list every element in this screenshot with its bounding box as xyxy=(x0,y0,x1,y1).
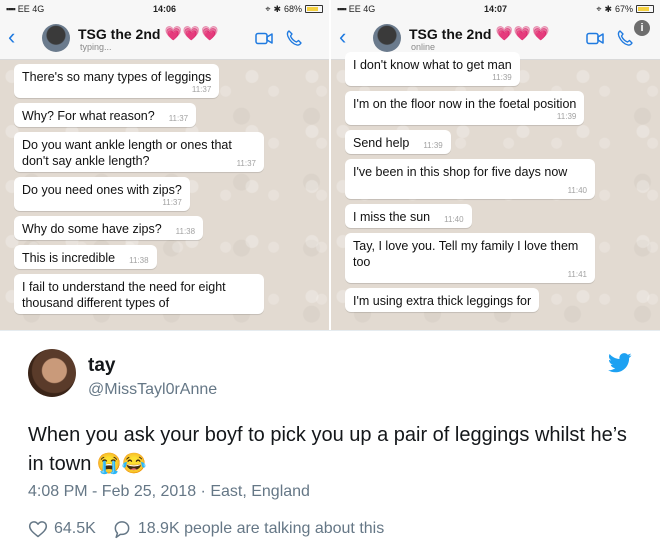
carrier-label: EE 4G xyxy=(17,4,45,14)
like-count: 64.5K xyxy=(54,520,96,537)
message-bubble[interactable]: I fail to understand the need for eight … xyxy=(14,274,264,314)
message-list: I don't know what to get man 11:39 I'm on… xyxy=(345,52,646,312)
battery-percent: 67% xyxy=(614,4,633,14)
tweet-card: tay @MissTayl0rAnne When you ask your bo… xyxy=(0,330,660,558)
contact-name: TSG the 2nd xyxy=(78,25,161,42)
message-list: There's so many types of leggings 11:37 W… xyxy=(14,64,315,314)
screenshots-composite: ▪▪▪▪ EE 4G 14:06 ⌖ ✱ 68% ‹ TSG the 2nd 💗… xyxy=(0,0,660,330)
left-phone-screenshot: ▪▪▪▪ EE 4G 14:06 ⌖ ✱ 68% ‹ TSG the 2nd 💗… xyxy=(0,0,329,330)
contact-name: TSG the 2nd xyxy=(409,25,492,42)
message-bubble[interactable]: I'm using extra thick leggings for xyxy=(345,288,540,312)
talking-count: 18.9K people are talking about this xyxy=(137,520,385,537)
reply-icon xyxy=(114,521,130,539)
status-time: 14:06 xyxy=(152,4,177,14)
status-bar: ▪▪▪▪ EE 4G 14:07 ⌖ ✱ 67% xyxy=(331,0,660,18)
signal-icon: ▪▪▪▪ xyxy=(337,4,347,14)
phone-icon[interactable] xyxy=(616,29,634,47)
message-bubble[interactable]: Do you need ones with zips? 11:37 xyxy=(14,177,190,211)
status-bar: ▪▪▪▪ EE 4G 14:06 ⌖ ✱ 68% xyxy=(0,0,329,18)
location-icon: ⌖ xyxy=(596,3,602,14)
video-call-icon[interactable] xyxy=(255,32,273,45)
video-call-icon[interactable] xyxy=(586,32,604,45)
phone-icon[interactable] xyxy=(285,29,303,47)
message-bubble[interactable]: Do you want ankle length or ones that do… xyxy=(14,132,264,172)
message-bubble[interactable]: Send help 11:39 xyxy=(345,130,451,154)
message-bubble[interactable]: There's so many types of leggings 11:37 xyxy=(14,64,220,98)
display-name[interactable]: tay xyxy=(88,355,115,377)
status-time: 14:07 xyxy=(483,4,508,14)
chat-header: ‹ TSG the 2nd 💗💗💗 typing... xyxy=(0,18,329,60)
user-handle[interactable]: @MissTayl0rAnne xyxy=(88,381,217,399)
back-chevron-icon[interactable]: ‹ xyxy=(339,26,346,48)
contact-name-row[interactable]: TSG the 2nd 💗💗💗 xyxy=(78,25,220,42)
message-bubble[interactable]: I miss the sun 11:40 xyxy=(345,204,472,228)
message-bubble[interactable]: I don't know what to get man 11:39 xyxy=(345,52,520,86)
battery-icon xyxy=(636,5,654,13)
heart-icon xyxy=(28,521,48,538)
user-avatar[interactable] xyxy=(28,349,76,397)
battery-percent: 68% xyxy=(283,4,302,14)
bluetooth-icon: ✱ xyxy=(273,3,281,14)
contact-avatar[interactable] xyxy=(373,24,401,52)
carrier-label: EE 4G xyxy=(348,4,376,14)
contact-avatar[interactable] xyxy=(42,24,70,52)
back-chevron-icon[interactable]: ‹ xyxy=(8,26,15,48)
contact-status: typing... xyxy=(80,42,112,52)
twitter-bird-icon[interactable] xyxy=(608,353,632,373)
message-bubble[interactable]: Tay, I love you. Tell my family I love t… xyxy=(345,233,595,283)
contact-name-row[interactable]: TSG the 2nd 💗💗💗 xyxy=(409,25,551,42)
tweet-actions: 64.5K 18.9K people are talking about thi… xyxy=(28,519,384,539)
location-icon: ⌖ xyxy=(265,3,271,14)
bluetooth-icon: ✱ xyxy=(604,3,612,14)
like-action[interactable]: 64.5K xyxy=(28,519,96,539)
signal-icon: ▪▪▪▪ xyxy=(6,4,16,14)
contact-status: online xyxy=(411,42,436,52)
message-bubble[interactable]: Why? For what reason? 11:37 xyxy=(14,103,197,127)
tweet-text: When you ask your boyf to pick you up a … xyxy=(28,424,627,475)
hearts-emoji: 💗💗💗 xyxy=(164,25,220,41)
message-bubble[interactable]: Why do some have zips? 11:38 xyxy=(14,216,204,240)
message-bubble[interactable]: I've been in this shop for five days now… xyxy=(345,159,595,199)
tweet-timestamp-location[interactable]: 4:08 PM - Feb 25, 2018 · East, England xyxy=(28,483,310,501)
conversation-action[interactable]: 18.9K people are talking about this xyxy=(112,519,384,539)
right-phone-screenshot: ▪▪▪▪ EE 4G 14:07 ⌖ ✱ 67% ‹ TSG the 2nd 💗… xyxy=(331,0,660,330)
info-icon[interactable]: i xyxy=(634,20,650,36)
message-bubble[interactable]: This is incredible 11:38 xyxy=(14,245,157,269)
message-bubble[interactable]: I'm on the floor now in the foetal posit… xyxy=(345,91,585,125)
hearts-emoji: 💗💗💗 xyxy=(495,25,551,41)
battery-icon xyxy=(305,5,323,13)
